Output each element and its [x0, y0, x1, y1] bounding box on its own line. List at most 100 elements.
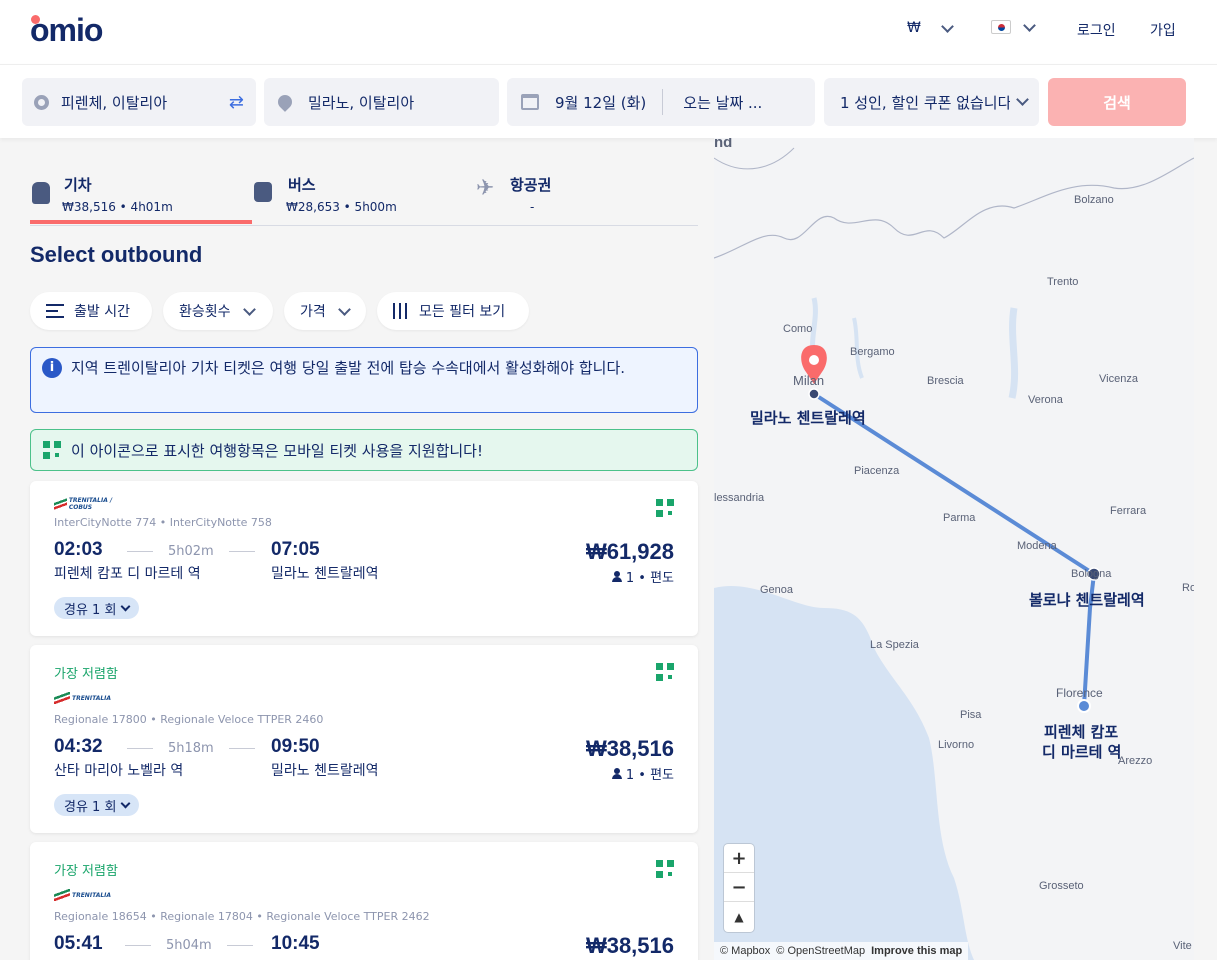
transport-tabs: 기차 ₩38,516 • 4h01m 버스 ₩28,653 • 5h00m ✈ … [30, 166, 698, 226]
station-dot-florence[interactable] [1077, 699, 1091, 713]
info-notice: i 지역 트렌이탈리아 기차 티켓은 여행 당일 출발 전에 탑승 수속대에서 … [30, 347, 698, 413]
timeline-right [229, 551, 255, 552]
price: ₩61,928 [585, 539, 674, 564]
passenger-info-text: 1 • 편도 [625, 768, 674, 783]
price: ₩38,516 [585, 736, 674, 761]
date-field[interactable]: 9월 12일 (화) 오는 날짜 ... [507, 78, 815, 126]
info-icon: i [42, 358, 62, 378]
origin-field[interactable]: 피렌체, 이탈리아 ⇄ [22, 78, 256, 126]
person-icon [611, 768, 622, 779]
train-icon [32, 182, 50, 204]
depart-date[interactable]: 9월 12일 (화) [555, 92, 646, 113]
map-label: Como [783, 323, 813, 335]
zoom-out-button[interactable]: − [724, 873, 754, 902]
arrival-time: 09:50 [271, 736, 320, 757]
signup-link[interactable]: 가입 [1150, 20, 1176, 40]
chevron-down-icon [1023, 18, 1036, 32]
passenger-info-text: 1 • 편도 [625, 571, 674, 586]
map-attribution: © Mapbox © OpenStreetMap Improve this ma… [714, 942, 969, 960]
tab-flights-price: - [530, 200, 535, 214]
map-label: La Spezia [870, 639, 919, 651]
omio-logo[interactable]: omio [30, 12, 103, 49]
departure-time: 02:03 [54, 539, 103, 560]
chevron-down-icon [120, 798, 131, 809]
swap-icon[interactable]: ⇄ [229, 92, 244, 113]
operator-name: TRENITALIA [72, 694, 112, 702]
cheapest-badge: 가장 저렴함 [54, 667, 118, 682]
map-label: Livorno [938, 739, 975, 751]
origin-value: 피렌체, 이탈리아 [61, 93, 168, 112]
tab-bus[interactable]: 버스 ₩28,653 • 5h00m [254, 166, 476, 226]
departure-time: 05:41 [54, 933, 103, 954]
filter-departure-time-label: 출발 시간 [74, 304, 130, 320]
result-card[interactable]: 가장 저렴함 TRENITALIA Regionale 18654 • Regi… [30, 842, 698, 960]
compass-button[interactable]: ▲ [724, 902, 754, 931]
passengers-field[interactable]: 1 성인, 할인 쿠폰 없습니다 [824, 78, 1039, 126]
destination-field[interactable]: 밀라노, 이탈리아 [264, 78, 499, 126]
arrival-time: 07:05 [271, 539, 320, 560]
filter-transfers[interactable]: 환승횟수 [163, 292, 273, 330]
filter-all[interactable]: 모든 필터 보기 [377, 292, 529, 330]
mobile-ticket-icon [656, 663, 674, 681]
sort-icon [46, 304, 64, 318]
route-map[interactable]: nd Bolzano Trento Como Bergamo Milan Bre… [714, 138, 1194, 960]
map-label: Genoa [760, 584, 794, 596]
search-button[interactable]: 검색 [1048, 78, 1186, 126]
departure-time: 04:32 [54, 736, 103, 757]
location-pin-icon [275, 92, 295, 112]
station-dot-milan[interactable] [808, 388, 820, 400]
currency-symbol: ₩ [907, 20, 921, 36]
return-date[interactable]: 오는 날짜 ... [683, 92, 762, 113]
cheapest-badge: 가장 저렴함 [54, 864, 118, 879]
osm-link[interactable]: © OpenStreetMap [776, 945, 865, 957]
timeline-right [227, 945, 253, 946]
departure-station: 산타 마리아 노벨라 역 [54, 763, 184, 779]
map-label: Bergamo [850, 346, 895, 358]
timeline-left [125, 945, 151, 946]
improve-map-link[interactable]: Improve this map [871, 945, 962, 957]
calendar-icon [521, 94, 539, 110]
passenger-info: 1 • 편도 [611, 567, 674, 586]
map-label: nd [714, 138, 733, 151]
station-label-florence-line2: 디 마르테 역 [1042, 743, 1122, 761]
language-selector[interactable] [991, 18, 1036, 34]
tab-train[interactable]: 기차 ₩38,516 • 4h01m [30, 166, 252, 226]
mapbox-link[interactable]: © Mapbox [720, 945, 770, 957]
map-zoom-controls: + − ▲ [724, 844, 754, 932]
login-link[interactable]: 로그인 [1077, 20, 1116, 40]
page-title: Select outbound [30, 242, 203, 267]
map-label: Florence [1056, 686, 1103, 700]
mobile-ticket-icon [656, 860, 674, 878]
passenger-info: 1 • 편도 [611, 764, 674, 783]
station-label-bologna: 볼로냐 첸트랄레역 [1029, 591, 1145, 609]
bus-icon [254, 182, 272, 202]
duration: 5h04m [166, 938, 212, 953]
zoom-in-button[interactable]: + [724, 844, 754, 873]
transfers-label: 경유 1 회 [64, 602, 117, 618]
transfers-toggle[interactable]: 경유 1 회 [54, 794, 140, 816]
map-label: Bolzano [1074, 194, 1114, 206]
transfers-toggle[interactable]: 경유 1 회 [54, 597, 140, 619]
timeline-left [127, 551, 153, 552]
trenitalia-mark-icon [54, 498, 67, 510]
qr-code-icon [43, 441, 61, 459]
mobile-notice-text: 이 아이콘으로 표시한 여행항목은 모바일 티켓 사용을 지원합니다! [71, 442, 483, 460]
filter-price[interactable]: 가격 [284, 292, 366, 330]
lake [1008, 307, 1019, 399]
map-label: Brescia [927, 375, 964, 387]
filter-departure-time[interactable]: 출발 시간 [30, 292, 152, 330]
map-label: Ferrara [1110, 505, 1147, 517]
tab-flights[interactable]: ✈ 항공권 - [476, 166, 698, 226]
currency-selector[interactable]: ₩ [907, 19, 954, 36]
korea-flag-icon [991, 20, 1011, 34]
map-label: Milan [793, 373, 825, 388]
tab-bus-label: 버스 [288, 176, 316, 194]
tab-bus-price: ₩28,653 • 5h00m [286, 200, 397, 214]
chevron-down-icon [1016, 93, 1029, 106]
result-card[interactable]: 가장 저렴함 TRENITALIA Regionale 17800 • Regi… [30, 645, 698, 833]
tab-flights-label: 항공권 [510, 176, 552, 194]
info-notice-text: 지역 트렌이탈리아 기차 티켓은 여행 당일 출발 전에 탑승 수속대에서 활성… [71, 359, 626, 377]
result-card[interactable]: TRENITALIA / COBUS InterCityNotte 774 • … [30, 481, 698, 636]
map-label: lessandria [714, 492, 765, 504]
operator-name: TRENITALIA [72, 891, 112, 899]
